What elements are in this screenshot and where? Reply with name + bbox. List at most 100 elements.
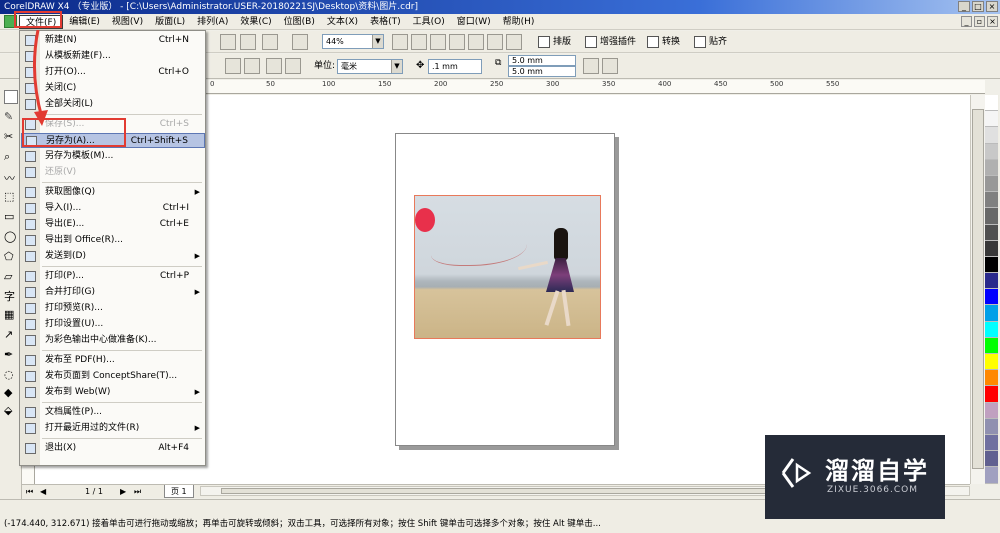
zoom-all-icon[interactable]	[449, 34, 465, 50]
polygon-tool-icon[interactable]: ⬠	[4, 250, 18, 264]
units-combo[interactable]: 毫米 ▼	[337, 59, 403, 74]
maximize-button[interactable]: □	[972, 1, 984, 12]
menu-7[interactable]: 文本(X)	[321, 15, 364, 29]
color-swatch[interactable]	[985, 192, 998, 209]
interactive-fill-icon[interactable]: ⬙	[4, 404, 18, 418]
file-menu-item-12[interactable]: 导出到 Office(R)...	[21, 233, 205, 248]
color-swatch[interactable]	[985, 208, 998, 225]
pick-tool-icon[interactable]	[4, 90, 18, 104]
zoom-selected-icon[interactable]	[430, 34, 446, 50]
landscape-icon[interactable]	[244, 58, 260, 74]
color-swatch[interactable]	[985, 111, 998, 128]
zoom-page-icon[interactable]	[468, 34, 484, 50]
zoom-height-icon[interactable]	[506, 34, 522, 50]
color-swatch[interactable]	[985, 354, 998, 371]
all-pages-icon[interactable]	[266, 58, 282, 74]
smart-fill-icon[interactable]: ⬚	[4, 190, 18, 204]
file-menu-item-17[interactable]: 打印设置(U)...	[21, 317, 205, 332]
shape-tool-icon[interactable]: ✎	[4, 110, 18, 124]
convert-button[interactable]: 转换	[647, 34, 680, 50]
menu-4[interactable]: 排列(A)	[191, 15, 234, 29]
import-icon[interactable]	[220, 34, 236, 50]
outline-tool-icon[interactable]: ◌	[4, 368, 18, 382]
menu-2[interactable]: 视图(V)	[106, 15, 149, 29]
file-menu-item-15[interactable]: 合并打印(G) ▶	[21, 285, 205, 300]
basic-shapes-icon[interactable]: ▱	[4, 270, 18, 284]
color-swatch[interactable]	[985, 175, 998, 193]
file-menu-item-18[interactable]: 为彩色输出中心做准备(K)...	[21, 333, 205, 348]
dimension-tool-icon[interactable]: ↗	[4, 328, 18, 342]
zoom-level-combo[interactable]: 44% ▼	[322, 34, 384, 49]
color-swatch[interactable]	[985, 451, 998, 468]
rectangle-tool-icon[interactable]: ▭	[4, 210, 18, 224]
vertical-scroll-thumb[interactable]	[972, 109, 984, 469]
duplicate-y-input[interactable]: 5.0 mm	[508, 66, 576, 77]
zoom-in-icon[interactable]	[392, 34, 408, 50]
file-menu-item-22[interactable]: 文档属性(P)...	[21, 405, 205, 420]
text-tool-icon[interactable]: 字	[4, 288, 18, 303]
freehand-tool-icon[interactable]: 〰	[4, 170, 18, 185]
app-launcher-icon[interactable]	[262, 34, 278, 50]
last-page-icon[interactable]: ⏭	[134, 485, 141, 498]
treat-as-filled-icon[interactable]	[583, 58, 599, 74]
placed-photo[interactable]	[414, 195, 601, 339]
snap-button[interactable]: 贴齐	[694, 34, 727, 50]
file-menu-item-23[interactable]: 打开最近用过的文件(R) ▶	[21, 421, 205, 436]
minimize-button[interactable]: _	[958, 1, 970, 12]
file-menu-item-11[interactable]: 导出(E)... Ctrl+E	[21, 217, 205, 232]
doc-restore-button[interactable]: ▫	[974, 16, 985, 27]
color-swatch[interactable]	[985, 224, 998, 241]
options-icon[interactable]	[602, 58, 618, 74]
chevron-down-icon[interactable]: ▼	[372, 35, 383, 48]
menu-5[interactable]: 效果(C)	[234, 15, 277, 29]
color-swatch[interactable]	[985, 337, 998, 354]
welcome-icon[interactable]	[292, 34, 308, 50]
color-swatch[interactable]	[985, 370, 998, 387]
color-swatch[interactable]	[985, 402, 998, 419]
ellipse-tool-icon[interactable]: ◯	[4, 230, 18, 244]
doc-minimize-button[interactable]: _	[961, 16, 972, 27]
vertical-scrollbar[interactable]	[970, 95, 985, 484]
menu-1[interactable]: 编辑(E)	[63, 15, 106, 29]
file-menu-item-16[interactable]: 打印预览(R)...	[21, 301, 205, 316]
color-swatch[interactable]	[985, 289, 998, 306]
file-menu-item-21[interactable]: 发布到 Web(W) ▶	[21, 385, 205, 400]
file-menu-item-19[interactable]: 发布至 PDF(H)...	[21, 353, 205, 368]
menu-9[interactable]: 工具(O)	[407, 15, 451, 29]
color-swatch[interactable]	[985, 240, 998, 257]
table-tool-icon[interactable]: ▦	[4, 308, 18, 322]
file-menu-item-10[interactable]: 导入(I)... Ctrl+I	[21, 201, 205, 216]
eyedropper-icon[interactable]: ✒	[4, 348, 18, 362]
file-menu-item-8[interactable]: 还原(V)	[21, 165, 205, 180]
color-swatch[interactable]	[985, 434, 998, 452]
close-button[interactable]: ×	[986, 1, 998, 12]
menu-6[interactable]: 位图(B)	[278, 15, 321, 29]
menu-11[interactable]: 帮助(H)	[497, 15, 541, 29]
color-swatch[interactable]	[985, 305, 998, 322]
menu-3[interactable]: 版面(L)	[149, 15, 191, 29]
file-menu-item-20[interactable]: 发布页面到 ConceptShare(T)...	[21, 369, 205, 384]
current-page-icon[interactable]	[285, 58, 301, 74]
file-menu-item-9[interactable]: 获取图像(Q) ▶	[21, 185, 205, 200]
file-menu-item-24[interactable]: 退出(X) Alt+F4	[21, 441, 205, 456]
portrait-icon[interactable]	[225, 58, 241, 74]
export-icon[interactable]	[240, 34, 256, 50]
next-page-icon[interactable]: ▶	[120, 485, 126, 498]
color-swatch[interactable]	[985, 256, 998, 274]
arrange-button[interactable]: 排版	[538, 34, 571, 50]
file-menu-item-13[interactable]: 发送到(D) ▶	[21, 249, 205, 264]
color-swatch[interactable]	[985, 143, 998, 160]
duplicate-x-input[interactable]: 5.0 mm	[508, 55, 576, 66]
first-page-icon[interactable]: ⏮	[26, 485, 33, 498]
menu-8[interactable]: 表格(T)	[364, 15, 407, 29]
chevron-down-icon[interactable]: ▼	[391, 60, 402, 73]
color-swatch[interactable]	[985, 159, 998, 176]
file-menu-item-7[interactable]: 另存为模板(M)...	[21, 149, 205, 164]
menu-10[interactable]: 窗口(W)	[451, 15, 497, 29]
color-swatch[interactable]	[985, 321, 998, 338]
color-swatch[interactable]	[985, 127, 998, 144]
color-swatch[interactable]	[985, 386, 998, 403]
zoom-out-icon[interactable]	[411, 34, 427, 50]
page-tab[interactable]: 页 1	[164, 485, 194, 498]
color-swatch[interactable]	[985, 273, 998, 290]
